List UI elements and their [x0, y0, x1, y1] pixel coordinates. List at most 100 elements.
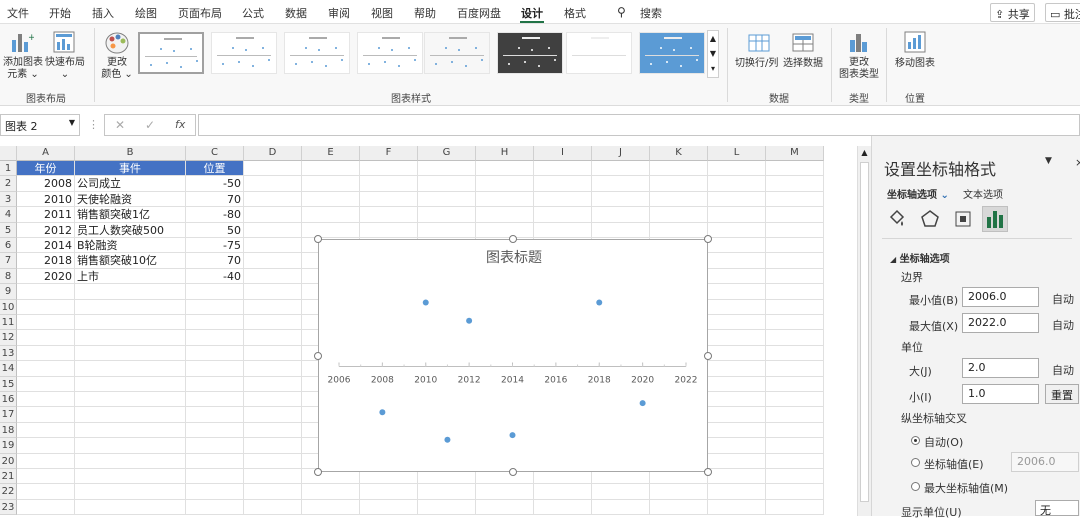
- cell[interactable]: [766, 299, 824, 315]
- table-cell[interactable]: 2014: [17, 238, 75, 254]
- cell[interactable]: [766, 499, 824, 516]
- cell[interactable]: [75, 299, 186, 315]
- row-header-16[interactable]: 16: [0, 392, 17, 408]
- cell[interactable]: [766, 191, 824, 208]
- cell[interactable]: [766, 422, 824, 439]
- cell[interactable]: [244, 238, 302, 254]
- table-cell[interactable]: B轮融资: [75, 238, 186, 254]
- cell[interactable]: [708, 361, 766, 377]
- tab-file[interactable]: 文件: [7, 5, 29, 21]
- cell[interactable]: [244, 176, 302, 192]
- table-cell[interactable]: 销售额突破1亿: [75, 207, 186, 223]
- cell[interactable]: [302, 499, 360, 516]
- chevron-down-icon[interactable]: ▼: [708, 46, 718, 61]
- cell[interactable]: [766, 453, 824, 469]
- radio-max-axis-value-label[interactable]: 最大坐标轴值(M): [924, 480, 1008, 496]
- cell[interactable]: [17, 315, 75, 331]
- gallery-scroll[interactable]: ▲ ▼ ▾: [707, 30, 719, 78]
- cell[interactable]: [244, 299, 302, 315]
- table-cell[interactable]: 2018: [17, 253, 75, 269]
- cell[interactable]: [186, 284, 244, 300]
- cell[interactable]: [186, 469, 244, 485]
- cell[interactable]: [244, 361, 302, 377]
- cell[interactable]: [534, 484, 592, 500]
- row-header-2[interactable]: 2: [0, 176, 17, 192]
- vertical-scrollbar[interactable]: ▲: [857, 146, 871, 516]
- cell[interactable]: [186, 453, 244, 469]
- cell[interactable]: [592, 207, 650, 223]
- column-header-K[interactable]: K: [650, 146, 708, 161]
- radio-axis-value-label[interactable]: 坐标轴值(E): [924, 456, 984, 472]
- pane-options-chevron-icon[interactable]: ▼: [1045, 156, 1052, 166]
- cell[interactable]: [75, 315, 186, 331]
- cell[interactable]: [592, 222, 650, 238]
- name-box[interactable]: 图表 2 ▼: [0, 114, 80, 136]
- column-header-A[interactable]: A: [17, 146, 75, 161]
- cell[interactable]: [17, 422, 75, 439]
- table-header-cell[interactable]: 事件: [75, 161, 186, 177]
- radio-auto-label[interactable]: 自动(O): [924, 434, 963, 450]
- cell[interactable]: [17, 392, 75, 408]
- column-header-E[interactable]: E: [302, 146, 360, 161]
- column-header-I[interactable]: I: [534, 146, 592, 161]
- min-auto-label[interactable]: 自动: [1052, 291, 1074, 307]
- cell[interactable]: [244, 268, 302, 285]
- chevron-down-icon[interactable]: ▼: [69, 118, 75, 127]
- cell[interactable]: [75, 330, 186, 346]
- cell[interactable]: [75, 469, 186, 485]
- tab-draw[interactable]: 绘图: [135, 5, 157, 21]
- cell[interactable]: [766, 268, 824, 285]
- chart-style-thumbnail[interactable]: [424, 32, 490, 74]
- cell[interactable]: [592, 191, 650, 208]
- move-chart-button[interactable]: 移动图表: [895, 58, 935, 70]
- cell[interactable]: [360, 499, 418, 516]
- table-cell[interactable]: -80: [186, 207, 244, 223]
- cell[interactable]: [534, 191, 592, 208]
- scatter-chart[interactable]: 图表标题 2006 2008 2010 2012 2014 2016 2018 2020 2022: [318, 239, 708, 472]
- row-header-22[interactable]: 22: [0, 484, 17, 500]
- cell[interactable]: [708, 453, 766, 469]
- row-header-13[interactable]: 13: [0, 345, 17, 362]
- cell[interactable]: [244, 345, 302, 362]
- cell[interactable]: [708, 315, 766, 331]
- row-header-7[interactable]: 7: [0, 253, 17, 269]
- change-chart-type-icon[interactable]: [848, 30, 870, 54]
- tab-format[interactable]: 格式: [564, 5, 586, 21]
- cell[interactable]: [708, 238, 766, 254]
- cell[interactable]: [534, 499, 592, 516]
- table-cell[interactable]: 2010: [17, 191, 75, 208]
- fill-line-icon[interactable]: [887, 209, 907, 229]
- cell[interactable]: [75, 422, 186, 439]
- cell[interactable]: [418, 191, 476, 208]
- cell[interactable]: [766, 253, 824, 269]
- cell[interactable]: [244, 161, 302, 177]
- cell[interactable]: [708, 392, 766, 408]
- cell[interactable]: [476, 207, 534, 223]
- axis-value-input[interactable]: 2006.0: [1011, 452, 1079, 472]
- tab-insert[interactable]: 插入: [92, 5, 114, 21]
- table-cell[interactable]: 2020: [17, 268, 75, 285]
- color-palette-icon[interactable]: [104, 30, 130, 56]
- select-data-icon[interactable]: [792, 31, 814, 53]
- cell[interactable]: [186, 499, 244, 516]
- cell[interactable]: [75, 284, 186, 300]
- column-header-J[interactable]: J: [592, 146, 650, 161]
- tab-formulas[interactable]: 公式: [242, 5, 264, 21]
- scrollbar-thumb[interactable]: [860, 162, 869, 502]
- search-icon[interactable]: ⚲: [617, 5, 626, 19]
- cell[interactable]: [186, 484, 244, 500]
- table-cell[interactable]: 公司成立: [75, 176, 186, 192]
- tab-review[interactable]: 审阅: [328, 5, 350, 21]
- more-icon[interactable]: ⋮: [88, 118, 99, 131]
- cell[interactable]: [360, 222, 418, 238]
- cell[interactable]: [766, 284, 824, 300]
- cell[interactable]: [17, 330, 75, 346]
- major-auto-label[interactable]: 自动: [1052, 362, 1074, 378]
- row-header-21[interactable]: 21: [0, 469, 17, 485]
- row-header-12[interactable]: 12: [0, 330, 17, 346]
- add-chart-element-icon[interactable]: +: [10, 30, 36, 54]
- table-cell[interactable]: 50: [186, 222, 244, 238]
- chevron-up-icon[interactable]: ▲: [708, 31, 718, 46]
- column-header-L[interactable]: L: [708, 146, 766, 161]
- cell[interactable]: [708, 499, 766, 516]
